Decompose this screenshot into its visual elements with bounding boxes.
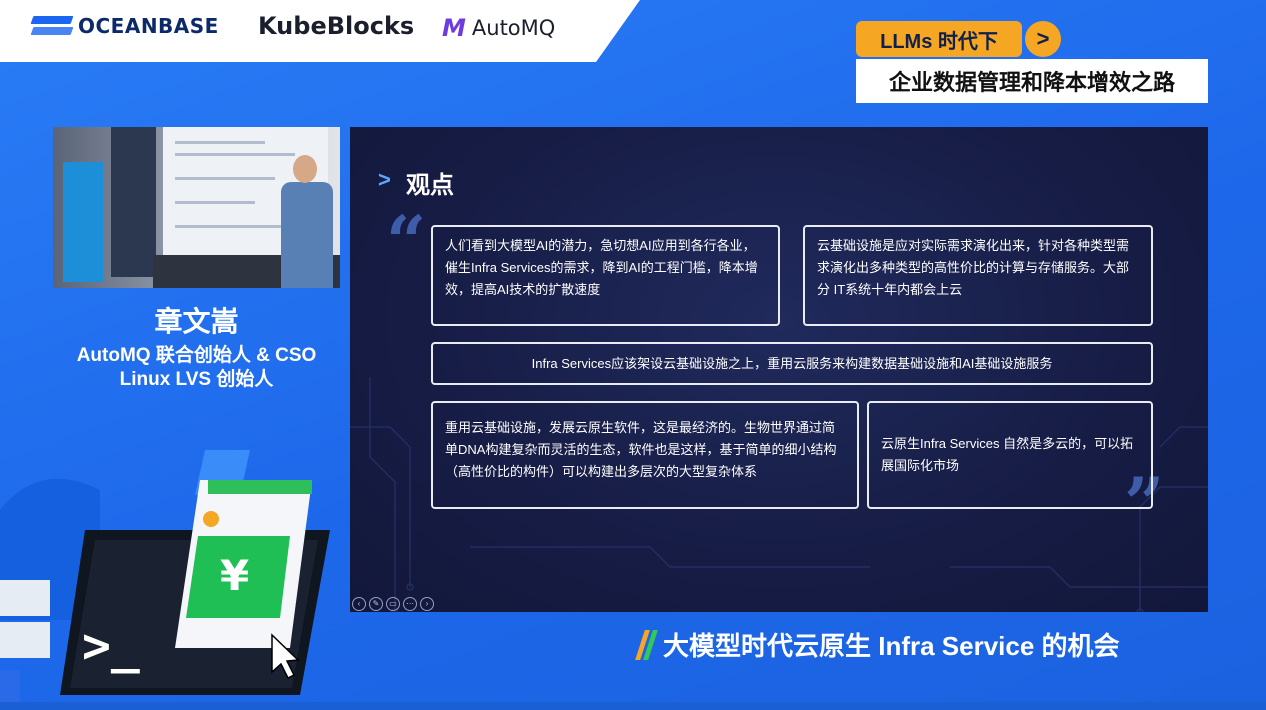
event-subtitle: 企业数据管理和降本增效之路 [856, 59, 1208, 103]
oceanbase-logo: OCEANBASE [30, 14, 219, 38]
next-slide-icon[interactable]: › [420, 597, 434, 611]
speaker-role-2: Linux LVS 创始人 [119, 369, 274, 390]
pen-icon[interactable]: ✎ [369, 597, 383, 611]
viewpoint-box-3: Infra Services应该架设云基础设施之上，重用云服务来构建数据基础设施… [431, 342, 1153, 385]
talk-title: 大模型时代云原生 Infra Service 的机会 [635, 626, 1120, 663]
prev-slide-icon[interactable]: ‹ [352, 597, 366, 611]
chevron-right-icon: > [1025, 21, 1061, 57]
speaker-roles: AutoMQ 联合创始人 & CSO Linux LVS 创始人 [53, 344, 340, 392]
speaker-role-1: AutoMQ 联合创始人 & CSO [76, 345, 317, 366]
more-icon[interactable]: ⋯ [403, 597, 417, 611]
kubeblocks-logo: KubeBlocks [258, 12, 415, 40]
talk-title-text: 大模型时代云原生 Infra Service 的机会 [663, 631, 1120, 661]
yen-icon: ¥ [220, 551, 249, 600]
event-badge: LLMs 时代下 [856, 21, 1022, 57]
terminal-prompt-icon: >_ [82, 618, 140, 674]
automq-logo-text: AutoMQ [471, 16, 556, 40]
presentation-slide: > 观点 “ ” 人们看到大模型AI的潜力，急切想AI应用到各行各业，催生Inf… [350, 127, 1208, 612]
slide-heading: 观点 [406, 172, 454, 199]
slash-accent-icon [635, 629, 658, 660]
oceanbase-logo-text: OCEANBASE [78, 14, 219, 38]
bottom-strip [0, 702, 1266, 710]
automq-mark-icon: M [442, 14, 466, 42]
speaker-name: 章文嵩 [154, 306, 239, 337]
viewpoint-box-4: 重用云基础设施，发展云原生软件，这是最经济的。生物世界通过简单DNA构建复杂而灵… [431, 401, 859, 509]
open-quote-icon: “ [386, 200, 427, 283]
viewpoint-box-5: 云原生Infra Services 自然是多云的，可以拓展国际化市场 [867, 401, 1153, 509]
decorative-illustration: >_ ¥ [0, 440, 340, 710]
viewpoint-box-2: 云基础设施是应对实际需求演化出来，针对各种类型需求演化出多种类型的高性价比的计算… [803, 225, 1153, 326]
viewpoint-box-1: 人们看到大模型AI的潜力，急切想AI应用到各行各业，催生Infra Servic… [431, 225, 780, 326]
sponsor-logo-bar: OCEANBASE KubeBlocks M AutoMQ [0, 0, 640, 62]
slide-controls: ‹ ✎ ▭ ⋯ › [352, 597, 434, 611]
heading-chevron-icon: > [378, 167, 391, 192]
speaker-video [53, 127, 340, 288]
oceanbase-mark-icon [30, 14, 74, 38]
automq-logo: M AutoMQ [442, 14, 555, 42]
captions-icon[interactable]: ▭ [386, 597, 400, 611]
